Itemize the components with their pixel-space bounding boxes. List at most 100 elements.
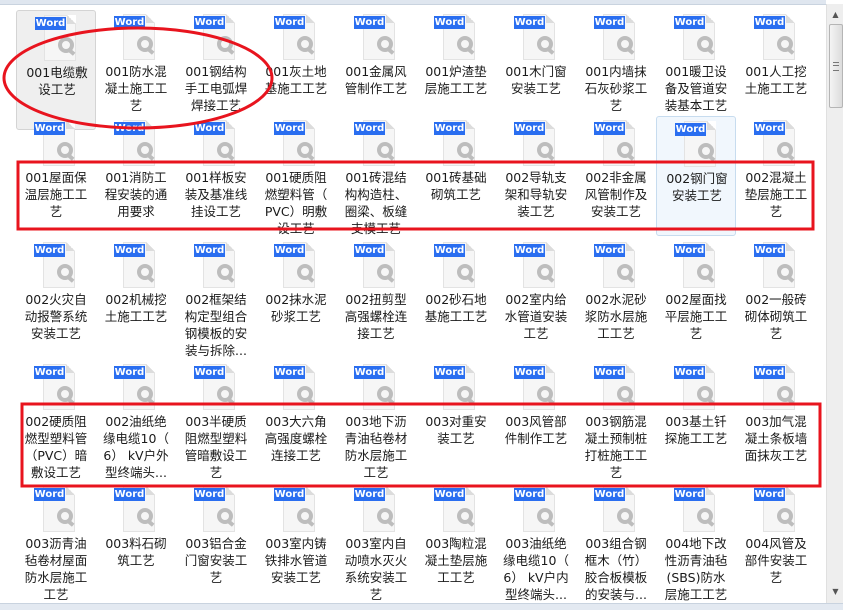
file-item[interactable]: Word 002框架结构定型组合钢模板的安装与拆除... bbox=[176, 238, 256, 358]
file-item[interactable]: Word 001木门窗安装工艺 bbox=[496, 10, 576, 130]
file-item[interactable]: Word 001消防工程安装的通用要求 bbox=[96, 116, 176, 236]
file-item[interactable]: Word 002砂石地基施工工艺 bbox=[416, 238, 496, 358]
file-item[interactable]: Word 002机械挖土施工工艺 bbox=[96, 238, 176, 358]
word-badge: Word bbox=[114, 366, 145, 379]
file-name: 001暖卫设备及管道安装基本工艺 bbox=[664, 64, 728, 113]
wps-logo-icon bbox=[377, 36, 393, 52]
file-item[interactable]: Word 003钢筋混凝土预制桩打桩施工工艺 bbox=[576, 360, 656, 480]
file-item[interactable]: Word 003基土钎探施工工艺 bbox=[656, 360, 736, 480]
file-name: 002砂石地基施工工艺 bbox=[424, 292, 488, 324]
file-item[interactable]: Word 001硬质阻燃塑料管（PVC）明敷设工艺 bbox=[256, 116, 336, 236]
file-item[interactable]: Word 001灰土地基施工工艺 bbox=[256, 10, 336, 130]
file-item[interactable]: Word 003室内铸铁排水管道安装工艺 bbox=[256, 482, 336, 602]
file-name: 003陶粒混凝土垫层施工工艺 bbox=[424, 536, 488, 585]
file-item[interactable]: Word 004风管及部件安装工艺 bbox=[736, 482, 816, 602]
word-document-icon: Word bbox=[514, 486, 555, 532]
wps-logo-icon bbox=[777, 264, 793, 280]
file-item[interactable]: Word 001防水混凝土施工工艺 bbox=[96, 10, 176, 130]
file-item[interactable]: Word 003风管部件制作工艺 bbox=[496, 360, 576, 480]
wps-logo-icon bbox=[137, 508, 153, 524]
file-item[interactable]: Word 002油纸绝缘电缆10（6） kV户外型终端头... bbox=[96, 360, 176, 480]
file-item[interactable]: Word 002钢门窗安装工艺 bbox=[656, 116, 736, 236]
file-item[interactable]: Word 002导轨支架和导轨安装工艺 bbox=[496, 116, 576, 236]
wps-logo-icon bbox=[697, 36, 713, 52]
file-item[interactable]: Word 001金属风管制作工艺 bbox=[336, 10, 416, 130]
file-item[interactable]: Word 001样板安装及基准线挂设工艺 bbox=[176, 116, 256, 236]
file-item[interactable]: Word 004地下改性沥青油毡(SBS)防水层施工工艺 bbox=[656, 482, 736, 602]
word-badge: Word bbox=[114, 488, 145, 501]
word-badge: Word bbox=[194, 488, 225, 501]
file-item[interactable]: Word 002火灾自动报警系统安装工艺 bbox=[16, 238, 96, 358]
scroll-up-arrow-icon[interactable]: ▲ bbox=[827, 6, 843, 23]
file-item[interactable]: Word 001内墙抹石灰砂浆工艺 bbox=[576, 10, 656, 130]
wps-logo-icon bbox=[537, 508, 553, 524]
wps-logo-icon bbox=[777, 36, 793, 52]
file-item[interactable]: Word 003半硬质阻燃型塑料管暗敷设工艺 bbox=[176, 360, 256, 480]
wps-logo-icon bbox=[537, 142, 553, 158]
file-name: 001砖基础砌筑工艺 bbox=[425, 170, 487, 202]
scroll-down-arrow-icon[interactable]: ▼ bbox=[827, 583, 843, 600]
file-item[interactable]: Word 003加气混凝土条板墙面抹灰工艺 bbox=[736, 360, 816, 480]
file-item[interactable]: Word 003室内自动喷水灭火系统安装工艺 bbox=[336, 482, 416, 602]
wps-logo-icon bbox=[297, 264, 313, 280]
file-name: 001内墙抹石灰砂浆工艺 bbox=[584, 64, 648, 113]
wps-logo-icon bbox=[297, 508, 313, 524]
file-item[interactable]: Word 002非金属风管制作及安装工艺 bbox=[576, 116, 656, 236]
word-badge: Word bbox=[354, 122, 385, 135]
file-name: 002混凝土垫层施工工艺 bbox=[744, 170, 808, 219]
word-badge: Word bbox=[594, 122, 625, 135]
word-document-icon: Word bbox=[675, 121, 716, 167]
word-document-icon: Word bbox=[114, 14, 155, 60]
word-badge: Word bbox=[594, 488, 625, 501]
word-badge: Word bbox=[114, 16, 145, 29]
file-item[interactable]: Word 003铝合金门窗安装工艺 bbox=[176, 482, 256, 602]
file-item[interactable]: Word 001人工挖土施工工艺 bbox=[736, 10, 816, 130]
word-badge: Word bbox=[434, 16, 465, 29]
file-item[interactable]: Word 002抹水泥砂浆工艺 bbox=[256, 238, 336, 358]
file-item[interactable]: Word 003大六角高强度螺栓连接工艺 bbox=[256, 360, 336, 480]
file-name: 001人工挖土施工工艺 bbox=[744, 64, 808, 96]
file-item[interactable]: Word 002水泥砂浆防水层施工工艺 bbox=[576, 238, 656, 358]
file-item[interactable]: Word 002硬质阻燃型塑料管（PVC）暗敷设工艺 bbox=[16, 360, 96, 480]
file-item[interactable]: Word 002屋面找平层施工工艺 bbox=[656, 238, 736, 358]
word-badge: Word bbox=[274, 366, 305, 379]
word-badge: Word bbox=[274, 16, 305, 29]
word-document-icon: Word bbox=[674, 364, 715, 410]
word-badge: Word bbox=[754, 244, 785, 257]
file-item[interactable]: Word 003油纸绝缘电缆10（6） kV户内型终端头... bbox=[496, 482, 576, 602]
file-item[interactable]: Word 002扭剪型高强螺栓连接工艺 bbox=[336, 238, 416, 358]
file-item[interactable]: Word 001钢结构手工电弧焊焊接工艺 bbox=[176, 10, 256, 130]
file-item[interactable]: Word 001电缆敷设工艺 bbox=[16, 10, 96, 130]
scrollbar-thumb[interactable] bbox=[829, 24, 843, 108]
file-item[interactable]: Word 002一般砖砌体砌筑工艺 bbox=[736, 238, 816, 358]
wps-logo-icon bbox=[457, 508, 473, 524]
file-name: 002钢门窗安装工艺 bbox=[666, 171, 728, 203]
file-item[interactable]: Word 003组合钢框木（竹）胶合板模板的安装与... bbox=[576, 482, 656, 602]
word-badge: Word bbox=[754, 122, 785, 135]
file-item[interactable]: Word 001砖基础砌筑工艺 bbox=[416, 116, 496, 236]
file-item[interactable]: Word 003料石砌筑工艺 bbox=[96, 482, 176, 602]
file-item[interactable]: Word 003地下沥青油毡卷材防水层施工工艺 bbox=[336, 360, 416, 480]
file-item[interactable]: Word 001砖混结构构造柱、圈梁、板缝支模工艺 bbox=[336, 116, 416, 236]
word-document-icon: Word bbox=[514, 14, 555, 60]
file-item[interactable]: Word 001炉渣垫层施工工艺 bbox=[416, 10, 496, 130]
word-badge: Word bbox=[354, 366, 385, 379]
word-badge: Word bbox=[674, 488, 705, 501]
word-document-icon: Word bbox=[594, 242, 635, 288]
file-name: 001钢结构手工电弧焊焊接工艺 bbox=[184, 64, 248, 113]
word-document-icon: Word bbox=[114, 242, 155, 288]
word-document-icon: Word bbox=[354, 242, 395, 288]
file-item[interactable]: Word 003沥青油毡卷材屋面防水层施工工艺 bbox=[16, 482, 96, 602]
file-item[interactable]: Word 002混凝土垫层施工工艺 bbox=[736, 116, 816, 236]
file-item[interactable]: Word 001屋面保温层施工工艺 bbox=[16, 116, 96, 236]
word-document-icon: Word bbox=[354, 14, 395, 60]
wps-logo-icon bbox=[297, 386, 313, 402]
vertical-scrollbar[interactable]: ▲ ▼ bbox=[826, 4, 843, 604]
word-document-icon: Word bbox=[594, 14, 635, 60]
file-item[interactable]: Word 002室内给水管道安装工艺 bbox=[496, 238, 576, 358]
file-item[interactable]: Word 003对重安装工艺 bbox=[416, 360, 496, 480]
word-badge: Word bbox=[514, 16, 545, 29]
file-item[interactable]: Word 003陶粒混凝土垫层施工工艺 bbox=[416, 482, 496, 602]
wps-logo-icon bbox=[777, 142, 793, 158]
file-item[interactable]: Word 001暖卫设备及管道安装基本工艺 bbox=[656, 10, 736, 130]
